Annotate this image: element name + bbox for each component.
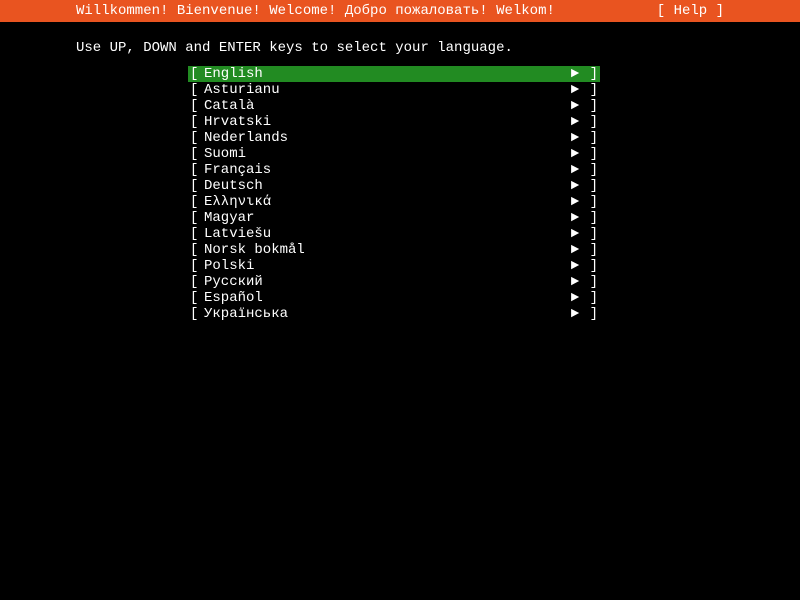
language-item[interactable]: [Magyar►] <box>188 210 600 226</box>
bracket-left-icon: [ <box>188 210 204 226</box>
arrow-right-icon: ► <box>566 178 584 194</box>
language-name: Ελληνικά <box>204 194 566 210</box>
language-item[interactable]: [Hrvatski►] <box>188 114 600 130</box>
bracket-left-icon: [ <box>188 82 204 98</box>
bracket-right-icon: ] <box>584 290 600 306</box>
language-item[interactable]: [Deutsch►] <box>188 178 600 194</box>
header-title: Willkommen! Bienvenue! Welcome! Добро по… <box>8 3 555 19</box>
bracket-right-icon: ] <box>584 162 600 178</box>
arrow-right-icon: ► <box>566 306 584 322</box>
language-item[interactable]: [Русский►] <box>188 274 600 290</box>
language-name: Русский <box>204 274 566 290</box>
language-name: Deutsch <box>204 178 566 194</box>
bracket-right-icon: ] <box>584 258 600 274</box>
bracket-left-icon: [ <box>188 114 204 130</box>
bracket-right-icon: ] <box>584 242 600 258</box>
arrow-right-icon: ► <box>566 82 584 98</box>
bracket-right-icon: ] <box>584 210 600 226</box>
language-name: Français <box>204 162 566 178</box>
language-name: Español <box>204 290 566 306</box>
bracket-right-icon: ] <box>584 130 600 146</box>
bracket-left-icon: [ <box>188 274 204 290</box>
language-list: [English►][Asturianu►][Català►][Hrvatski… <box>0 66 800 322</box>
arrow-right-icon: ► <box>566 226 584 242</box>
bracket-right-icon: ] <box>584 82 600 98</box>
language-name: Català <box>204 98 566 114</box>
language-item[interactable]: [English►] <box>188 66 600 82</box>
language-item[interactable]: [Français►] <box>188 162 600 178</box>
language-item[interactable]: [Català►] <box>188 98 600 114</box>
bracket-right-icon: ] <box>584 98 600 114</box>
arrow-right-icon: ► <box>566 290 584 306</box>
bracket-left-icon: [ <box>188 242 204 258</box>
language-name: Asturianu <box>204 82 566 98</box>
arrow-right-icon: ► <box>566 66 584 82</box>
bracket-left-icon: [ <box>188 146 204 162</box>
bracket-right-icon: ] <box>584 114 600 130</box>
language-item[interactable]: [Norsk bokmål►] <box>188 242 600 258</box>
bracket-left-icon: [ <box>188 98 204 114</box>
bracket-left-icon: [ <box>188 66 204 82</box>
language-item[interactable]: [Español►] <box>188 290 600 306</box>
language-item[interactable]: [Українська►] <box>188 306 600 322</box>
arrow-right-icon: ► <box>566 274 584 290</box>
language-item[interactable]: [Asturianu►] <box>188 82 600 98</box>
bracket-left-icon: [ <box>188 178 204 194</box>
bracket-left-icon: [ <box>188 130 204 146</box>
bracket-left-icon: [ <box>188 226 204 242</box>
language-name: Українська <box>204 306 566 322</box>
bracket-right-icon: ] <box>584 178 600 194</box>
bracket-right-icon: ] <box>584 226 600 242</box>
bracket-left-icon: [ <box>188 194 204 210</box>
instruction-text: Use UP, DOWN and ENTER keys to select yo… <box>0 22 800 56</box>
bracket-left-icon: [ <box>188 306 204 322</box>
arrow-right-icon: ► <box>566 242 584 258</box>
arrow-right-icon: ► <box>566 258 584 274</box>
help-button[interactable]: [ Help ] <box>657 3 792 19</box>
language-name: Nederlands <box>204 130 566 146</box>
arrow-right-icon: ► <box>566 210 584 226</box>
language-name: English <box>204 66 566 82</box>
language-name: Polski <box>204 258 566 274</box>
bracket-right-icon: ] <box>584 66 600 82</box>
bracket-left-icon: [ <box>188 258 204 274</box>
arrow-right-icon: ► <box>566 114 584 130</box>
language-item[interactable]: [Polski►] <box>188 258 600 274</box>
bracket-right-icon: ] <box>584 146 600 162</box>
language-item[interactable]: [Ελληνικά►] <box>188 194 600 210</box>
language-name: Suomi <box>204 146 566 162</box>
language-name: Norsk bokmål <box>204 242 566 258</box>
language-item[interactable]: [Suomi►] <box>188 146 600 162</box>
header-bar: Willkommen! Bienvenue! Welcome! Добро по… <box>0 0 800 22</box>
language-name: Magyar <box>204 210 566 226</box>
language-item[interactable]: [Latviešu►] <box>188 226 600 242</box>
bracket-right-icon: ] <box>584 194 600 210</box>
arrow-right-icon: ► <box>566 162 584 178</box>
language-name: Hrvatski <box>204 114 566 130</box>
bracket-right-icon: ] <box>584 306 600 322</box>
arrow-right-icon: ► <box>566 98 584 114</box>
arrow-right-icon: ► <box>566 194 584 210</box>
bracket-left-icon: [ <box>188 290 204 306</box>
language-item[interactable]: [Nederlands►] <box>188 130 600 146</box>
bracket-left-icon: [ <box>188 162 204 178</box>
arrow-right-icon: ► <box>566 130 584 146</box>
bracket-right-icon: ] <box>584 274 600 290</box>
arrow-right-icon: ► <box>566 146 584 162</box>
language-name: Latviešu <box>204 226 566 242</box>
